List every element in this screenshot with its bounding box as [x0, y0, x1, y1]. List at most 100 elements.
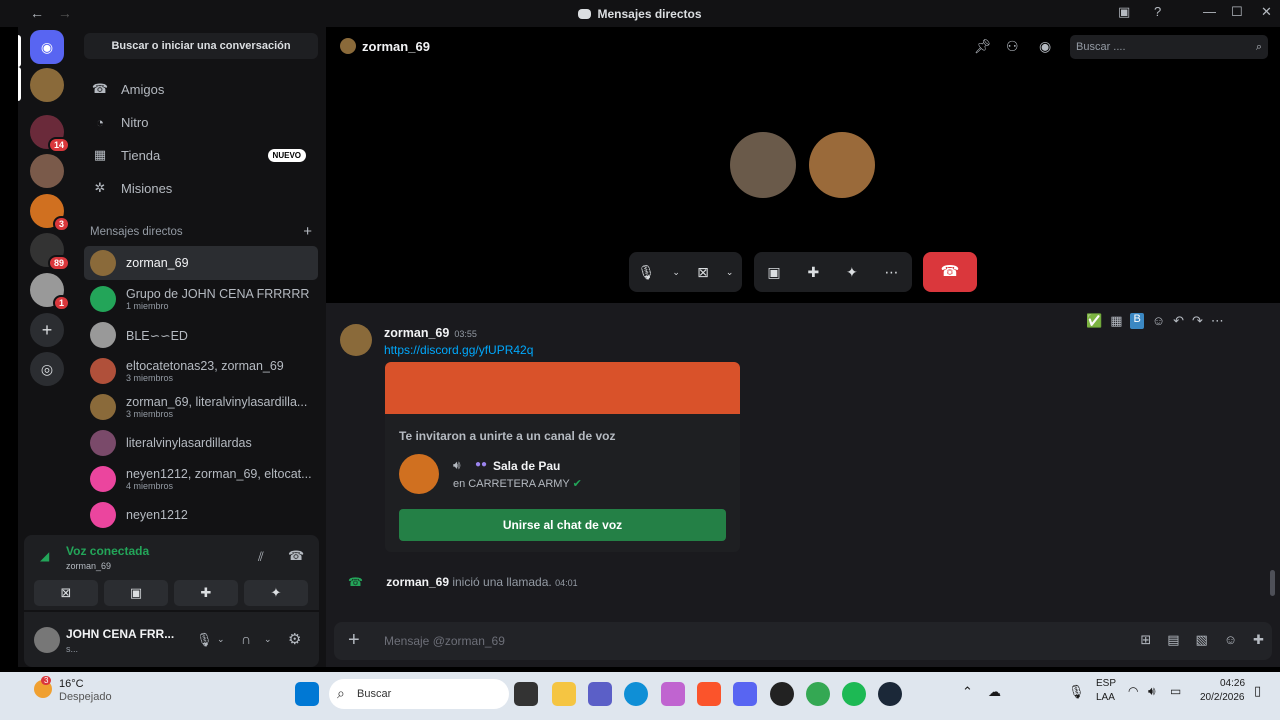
system-author[interactable]: zorman_69 [386, 575, 449, 589]
chevron-down-icon[interactable]: ⌄ [217, 634, 225, 645]
add-attachment-icon[interactable]: + [348, 629, 360, 652]
server-avatar[interactable] [30, 68, 64, 102]
chevron-down-icon[interactable]: ⌄ [264, 634, 272, 645]
user-name[interactable]: JOHN CENA FRR... [66, 627, 174, 641]
noise-suppression-icon[interactable]: ⫽ [258, 549, 264, 565]
mic-icon[interactable]: 🎙︎ [196, 632, 213, 648]
task-view-icon[interactable] [514, 682, 538, 706]
settings-icon[interactable]: ⚙ [288, 630, 301, 648]
spotify-icon[interactable] [842, 682, 866, 706]
server-avatar[interactable]: 3 [30, 194, 70, 232]
mic-icon[interactable]: 🎙︎ [638, 264, 656, 281]
server-avatar[interactable]: 89 [30, 233, 70, 271]
screen-share-icon[interactable]: ▣ [767, 264, 780, 281]
avatar[interactable] [340, 324, 372, 356]
clock-date[interactable]: 20/2/2026 [1200, 692, 1245, 703]
volume-icon[interactable]: 🔊︎ [1148, 684, 1156, 699]
help-icon[interactable]: ? [1154, 4, 1161, 19]
chevron-down-icon[interactable]: ⌄ [726, 267, 734, 278]
dm-item[interactable]: BLE∽∽ED [84, 318, 318, 352]
scrollbar[interactable] [1270, 570, 1275, 596]
b-reaction-icon[interactable]: B [1130, 313, 1144, 329]
taskbar-search[interactable]: ⌕ Buscar [329, 679, 509, 709]
emoji-icon[interactable]: ☺ [1224, 632, 1237, 648]
camera-off-icon[interactable]: ⊠ [697, 264, 709, 281]
discover-icon[interactable]: ◎ [30, 352, 64, 386]
inbox-icon[interactable]: ▣ [1118, 4, 1130, 20]
join-voice-button[interactable]: Unirse al chat de voz [399, 509, 726, 541]
message-author[interactable]: zorman_69 [384, 326, 449, 340]
lang-bottom[interactable]: LAA [1096, 692, 1115, 703]
reply-icon[interactable]: ↶ [1173, 313, 1184, 329]
create-dm-button[interactable]: + [303, 223, 312, 240]
edge-icon[interactable] [624, 682, 648, 706]
discord-taskbar-icon[interactable] [733, 682, 757, 706]
close-button[interactable]: ✕ [1261, 4, 1272, 20]
more-icon[interactable]: ⋯ [1211, 313, 1224, 329]
nav-shop[interactable]: ▦ Tienda NUEVO [84, 140, 318, 170]
forward-icon[interactable]: ↷ [1192, 313, 1203, 329]
lang-top[interactable]: ESP [1096, 678, 1116, 689]
add-reaction-icon[interactable]: ☺ [1152, 313, 1165, 329]
dm-item[interactable]: neyen1212 [84, 498, 318, 532]
message-input[interactable]: Mensaje @zorman_69 [384, 634, 505, 648]
camera-button[interactable]: ⊠ [34, 580, 98, 606]
file-explorer-icon[interactable] [552, 682, 576, 706]
call-participant-avatar[interactable] [730, 132, 796, 198]
maximize-button[interactable]: ☐ [1231, 4, 1243, 20]
hang-up-button[interactable]: ☎ [923, 252, 977, 292]
grid-reaction-icon[interactable]: ▦ [1110, 313, 1122, 329]
message-composer[interactable]: + Mensaje @zorman_69 ⊞ ▤ ▧ ☺ ✚ [334, 622, 1272, 660]
nav-nitro[interactable]: ◔ Nitro [84, 107, 318, 137]
tray-chevron-icon[interactable]: ⌃ [962, 684, 973, 700]
start-icon[interactable] [295, 682, 319, 706]
more-icon[interactable]: ⋯ [885, 264, 899, 281]
user-profile-icon[interactable]: ◉ [1039, 38, 1051, 55]
notifications-icon[interactable]: ▯ [1254, 683, 1261, 699]
obs-icon[interactable] [770, 682, 794, 706]
soundboard-icon[interactable]: ✦ [846, 264, 858, 281]
apps-icon[interactable]: ✚ [1253, 632, 1264, 648]
server-avatar[interactable]: 14 [30, 115, 70, 153]
discord-home-icon[interactable]: ◉ [30, 30, 64, 64]
server-avatar[interactable] [30, 154, 64, 188]
mic-tray-icon[interactable]: 🎙︎ [1068, 684, 1085, 700]
dm-item[interactable]: zorman_69 [84, 246, 318, 280]
invite-link[interactable]: https://discord.gg/yfUPR42q [384, 343, 533, 357]
sticker-icon[interactable]: ▧ [1196, 632, 1208, 648]
call-participant-avatar[interactable] [809, 132, 875, 198]
activities-button[interactable]: ✚ [174, 580, 238, 606]
nav-quests[interactable]: ✲ Misiones [84, 173, 318, 203]
check-reaction-icon[interactable]: ✅ [1086, 313, 1102, 329]
dm-item[interactable]: eltocatetonas23, zorman_69 3 miembros [84, 354, 318, 388]
cloud-icon[interactable]: ☁ [988, 684, 1001, 700]
dm-item[interactable]: zorman_69, literalvinylasardilla... 3 mie… [84, 390, 318, 424]
copilot-icon[interactable] [661, 682, 685, 706]
disconnect-icon[interactable]: ☎ [288, 548, 304, 564]
battery-icon[interactable]: ▭ [1170, 684, 1181, 698]
clock-time[interactable]: 04:26 [1220, 678, 1245, 689]
gif-icon[interactable]: ▤ [1167, 632, 1179, 648]
activities-icon[interactable]: ✚ [807, 264, 819, 281]
brave-icon[interactable] [697, 682, 721, 706]
dm-item[interactable]: literalvinylasardillardas [84, 426, 318, 460]
pin-icon[interactable]: 📌︎ [974, 38, 992, 55]
chrome-icon[interactable] [806, 682, 830, 706]
user-avatar[interactable] [34, 627, 60, 653]
screen-share-button[interactable]: ▣ [104, 580, 168, 606]
add-friends-icon[interactable]: ⚇ [1006, 38, 1019, 55]
chevron-down-icon[interactable]: ⌄ [672, 267, 680, 278]
add-server-icon[interactable]: + [30, 313, 64, 347]
headphones-icon[interactable]: ∩ [241, 631, 251, 647]
minimize-button[interactable]: — [1203, 4, 1216, 19]
dm-item[interactable]: Grupo de JOHN CENA FRRRRR 1 miembro [84, 282, 318, 316]
dm-item[interactable]: neyen1212, zorman_69, eltocat... 4 miembr… [84, 462, 318, 496]
find-conversation-button[interactable]: Buscar o iniciar una conversación [84, 33, 318, 59]
steam-icon[interactable] [878, 682, 902, 706]
wifi-icon[interactable]: ◠ [1128, 684, 1138, 698]
search-input[interactable]: Buscar .... ⌕ [1070, 35, 1268, 59]
server-avatar[interactable]: 1 [30, 273, 70, 311]
teams-icon[interactable] [588, 682, 612, 706]
gift-icon[interactable]: ⊞ [1140, 632, 1151, 648]
nav-friends[interactable]: ☎ Amigos [84, 74, 318, 104]
